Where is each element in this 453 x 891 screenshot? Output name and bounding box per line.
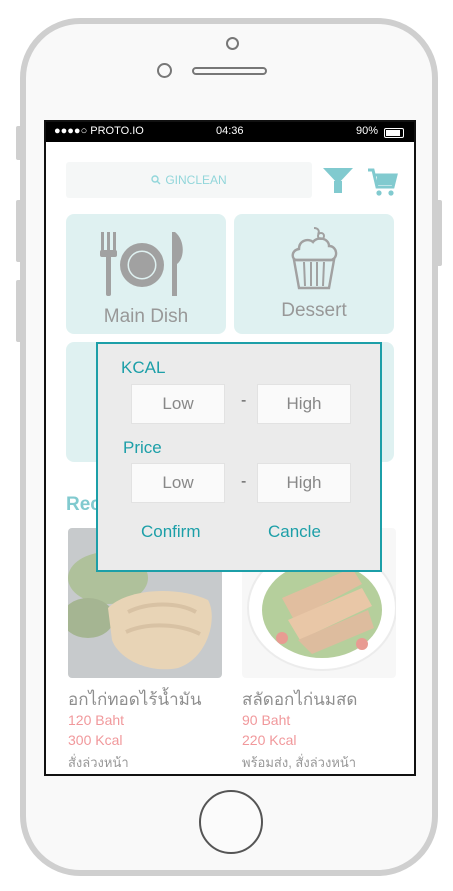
food-kcal: 220 Kcal (242, 732, 297, 748)
food-name[interactable]: อกไก่ทอดไร้น้ำมัน (68, 686, 201, 713)
food-kcal: 300 Kcal (68, 732, 123, 748)
filter-modal: KCAL - Price - Confirm Cancle (96, 342, 382, 572)
kcal-high-input[interactable] (257, 384, 351, 424)
confirm-button[interactable]: Confirm (141, 522, 201, 542)
kcal-low-input[interactable] (131, 384, 225, 424)
proximity-sensor (226, 37, 239, 50)
category-dessert[interactable]: Dessert (234, 214, 394, 334)
search-bar[interactable]: GINCLEAN (66, 162, 312, 198)
status-bar: ●●●●○ PROTO.IO 04:36 90% (46, 122, 414, 142)
cart-icon[interactable] (366, 166, 398, 198)
price-high-input[interactable] (257, 463, 351, 503)
category-label-main-dish: Main Dish (103, 306, 189, 327)
range-separator: - (241, 473, 247, 490)
food-price: 120 Baht (68, 712, 125, 728)
price-low-input[interactable] (131, 463, 225, 503)
volume-down-button (16, 280, 22, 342)
search-icon (151, 175, 161, 185)
power-button (436, 200, 442, 266)
cancel-button[interactable]: Cancle (268, 522, 321, 542)
food-status: พร้อมส่ง, สั่งล่วงหน้า (242, 755, 357, 770)
earpiece-speaker (192, 67, 267, 75)
plate-cutlery-icon (100, 232, 183, 296)
food-name[interactable]: สลัดอกไก่นมสด (242, 686, 357, 713)
cupcake-icon (291, 227, 338, 290)
filter-icon[interactable] (323, 168, 353, 193)
battery-percent: 90% (355, 125, 378, 137)
mute-switch (16, 126, 22, 160)
category-main-dish[interactable]: Main Dish (66, 214, 226, 334)
range-separator: - (241, 392, 247, 409)
price-label: Price (123, 438, 162, 457)
food-price: 90 Baht (242, 712, 291, 728)
clock: 04:36 (216, 125, 244, 137)
carrier-label: ●●●●○ PROTO.IO (54, 125, 144, 137)
home-button[interactable] (199, 790, 263, 854)
food-status: สั่งล่วงหน้า (68, 755, 129, 770)
category-label-dessert: Dessert (281, 300, 347, 321)
front-camera (157, 63, 172, 78)
battery-icon (384, 128, 404, 138)
volume-up-button (16, 200, 22, 262)
search-placeholder: GINCLEAN (165, 173, 227, 187)
kcal-label: KCAL (121, 358, 166, 377)
